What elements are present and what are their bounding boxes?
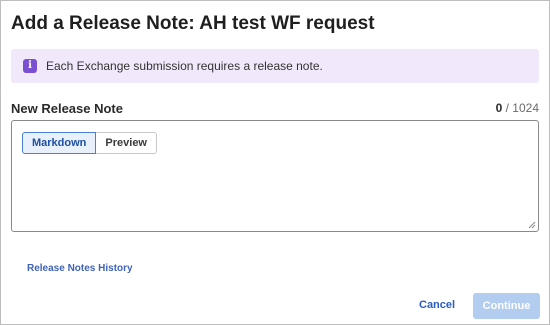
release-notes-history-link[interactable]: Release Notes History <box>27 263 133 274</box>
continue-button[interactable]: Continue <box>473 293 540 319</box>
tab-preview[interactable]: Preview <box>96 132 157 154</box>
info-banner-text: Each Exchange submission requires a rele… <box>46 59 323 73</box>
character-limit: 1024 <box>512 101 539 115</box>
dialog-title: Add a Release Note: AH test WF request <box>11 13 375 34</box>
info-banner: i Each Exchange submission requires a re… <box>11 49 539 83</box>
release-note-editor[interactable]: Markdown Preview <box>11 120 539 232</box>
tab-markdown[interactable]: Markdown <box>22 132 97 154</box>
release-note-label: New Release Note <box>11 101 123 116</box>
release-note-dialog: Add a Release Note: AH test WF request i… <box>0 0 550 325</box>
cancel-button[interactable]: Cancel <box>419 299 455 311</box>
resize-handle-icon[interactable] <box>528 221 536 229</box>
info-icon: i <box>23 59 37 73</box>
character-counter: 0 / 1024 <box>496 101 539 115</box>
editor-tab-group: Markdown Preview <box>22 132 157 154</box>
counter-separator: / <box>502 101 513 115</box>
